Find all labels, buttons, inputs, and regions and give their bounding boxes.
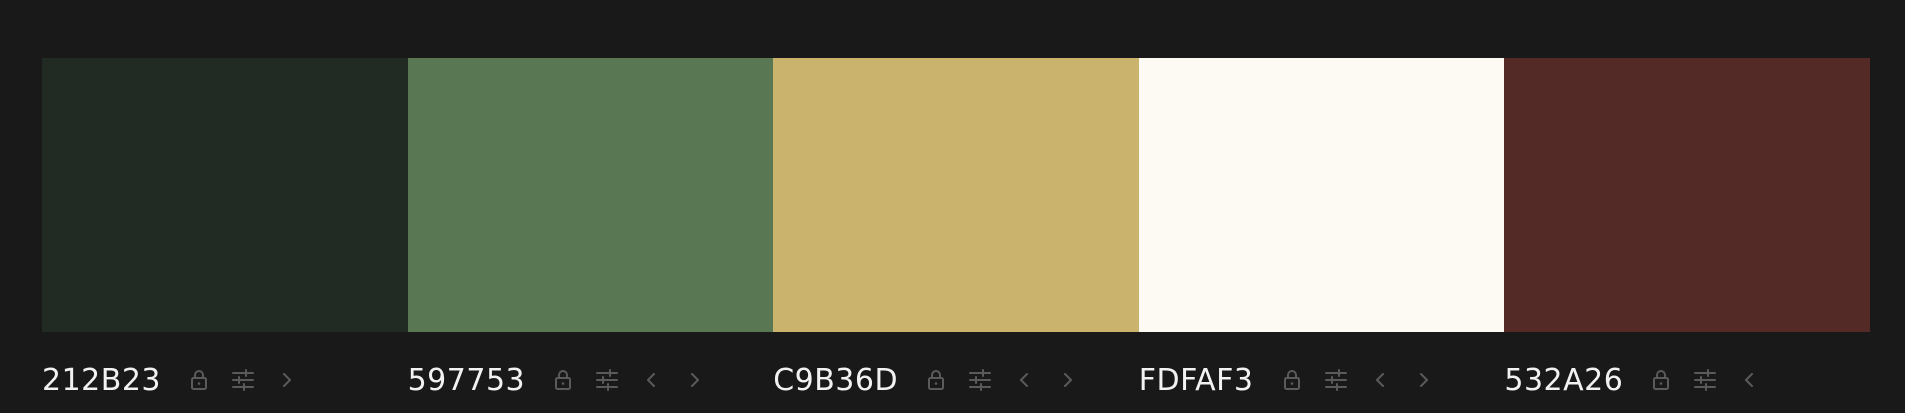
swatch-controls: 532A26: [1504, 352, 1870, 408]
chevron-left-icon[interactable]: [1010, 366, 1038, 394]
sliders-icon[interactable]: [229, 366, 257, 394]
hex-code-label[interactable]: C9B36D: [773, 363, 898, 398]
hex-code-label[interactable]: 532A26: [1504, 363, 1623, 398]
lock-icon[interactable]: [185, 366, 213, 394]
chevron-left-icon[interactable]: [637, 366, 665, 394]
sliders-icon[interactable]: [966, 366, 994, 394]
color-swatch[interactable]: [1504, 58, 1870, 332]
sliders-icon[interactable]: [1322, 366, 1350, 394]
chevron-left-icon[interactable]: [1735, 366, 1763, 394]
swatch-controls: C9B36D: [773, 352, 1139, 408]
chevron-right-icon[interactable]: [273, 366, 301, 394]
lock-icon[interactable]: [549, 366, 577, 394]
chevron-right-icon[interactable]: [681, 366, 709, 394]
sliders-icon[interactable]: [1691, 366, 1719, 394]
color-swatch[interactable]: [407, 58, 774, 332]
lock-icon[interactable]: [1647, 366, 1675, 394]
chevron-left-icon[interactable]: [1366, 366, 1394, 394]
palette-controls: 212B23 597753 C9B36D FDFAF3 532A26: [42, 352, 1870, 408]
hex-code-label[interactable]: FDFAF3: [1139, 363, 1254, 398]
chevron-right-icon[interactable]: [1410, 366, 1438, 394]
color-palette: [42, 58, 1870, 332]
color-swatch[interactable]: [42, 58, 408, 332]
chevron-right-icon[interactable]: [1054, 366, 1082, 394]
color-swatch[interactable]: [1138, 58, 1505, 332]
sliders-icon[interactable]: [593, 366, 621, 394]
swatch-controls: 212B23: [42, 352, 408, 408]
swatch-controls: FDFAF3: [1139, 352, 1505, 408]
hex-code-label[interactable]: 597753: [408, 363, 526, 398]
hex-code-label[interactable]: 212B23: [42, 363, 161, 398]
lock-icon[interactable]: [922, 366, 950, 394]
color-swatch[interactable]: [773, 58, 1139, 332]
lock-icon[interactable]: [1278, 366, 1306, 394]
swatch-controls: 597753: [408, 352, 774, 408]
